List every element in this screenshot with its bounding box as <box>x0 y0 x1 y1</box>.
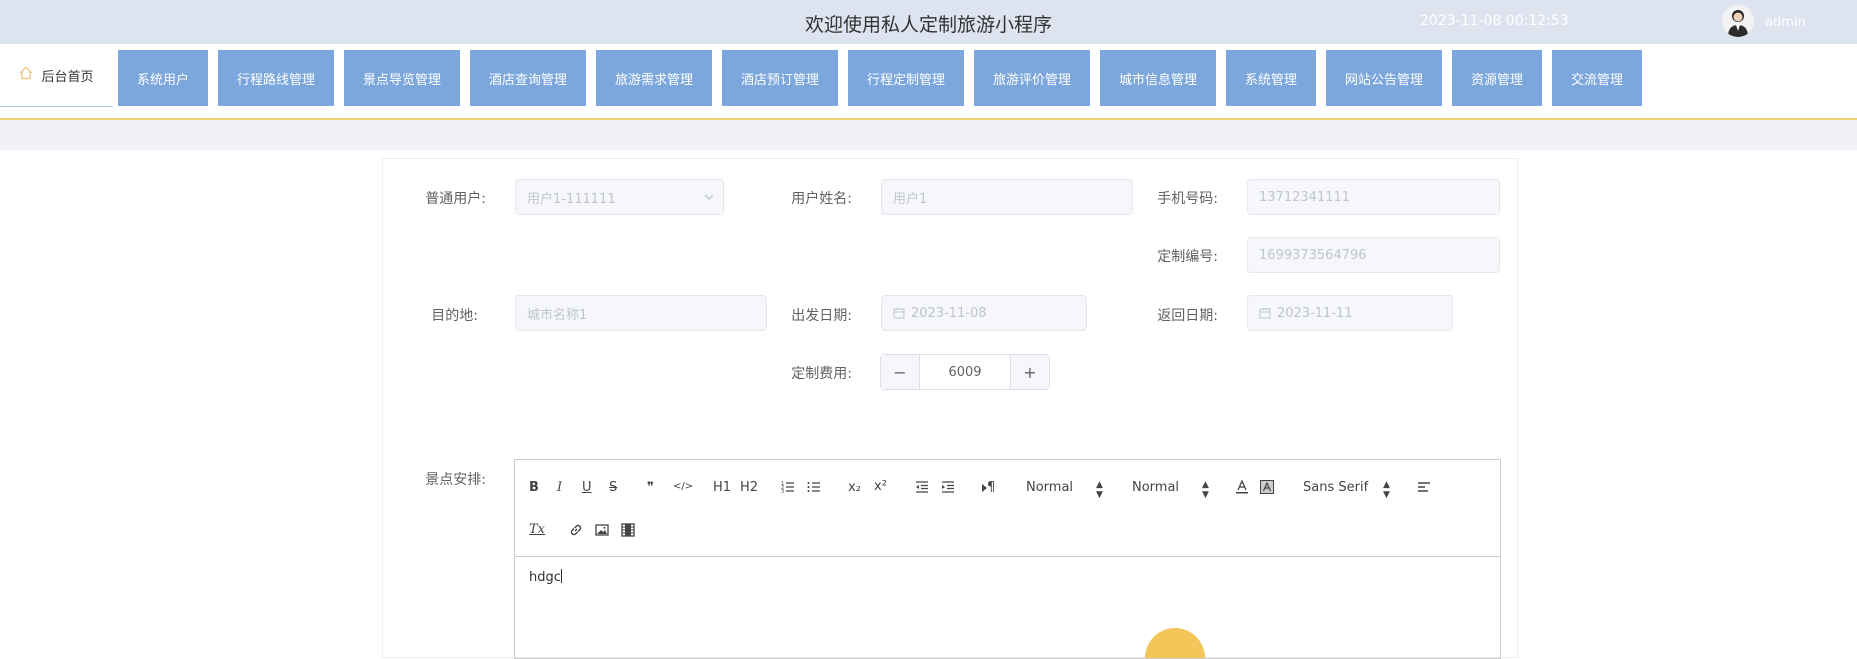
cost-decrement-button[interactable]: − <box>881 355 920 389</box>
code-label: 定制编号: <box>1157 249 1218 265</box>
nav-route-management[interactable]: 行程路线管理 <box>218 50 334 106</box>
nav-announcement-management[interactable]: 网站公告管理 <box>1326 50 1442 106</box>
video-icon[interactable] <box>621 523 635 537</box>
text-caret <box>560 569 562 583</box>
nav-system-users[interactable]: 系统用户 <box>118 50 208 106</box>
user-label: 普通用户: <box>425 191 486 207</box>
image-icon[interactable] <box>595 523 609 537</box>
depart-date-value: 2023-11-08 <box>911 305 987 321</box>
underline-button[interactable]: U <box>582 480 592 495</box>
blockquote-button[interactable]: ❞ <box>647 480 654 495</box>
header-1-button[interactable]: H1 <box>713 480 731 495</box>
site-title: 欢迎使用私人定制旅游小程序 <box>804 14 1052 36</box>
header-picker-value: Normal <box>1026 480 1074 495</box>
nav-home-label: 后台首页 <box>41 69 94 85</box>
svg-text:3: 3 <box>781 489 784 494</box>
code-field[interactable]: 1699373564796 <box>1247 237 1500 273</box>
home-icon <box>19 66 33 84</box>
destination-label: 目的地: <box>431 308 478 324</box>
name-field[interactable]: 用户1 <box>881 179 1133 215</box>
size-picker-value: Normal <box>1132 480 1180 495</box>
nav-city-info-management[interactable]: 城市信息管理 <box>1100 50 1216 106</box>
font-picker-value: Sans Serif <box>1303 480 1369 495</box>
code-field-value: 1699373564796 <box>1259 247 1367 263</box>
return-date-picker[interactable]: 2023-11-11 <box>1247 295 1453 331</box>
chevron-down-icon <box>703 191 715 207</box>
editor-content-text: hdgc <box>529 570 561 585</box>
header-2-button[interactable]: H2 <box>740 480 758 495</box>
clean-format-button[interactable]: Tx <box>529 522 545 537</box>
editor-content[interactable]: hdgc <box>529 569 562 585</box>
cost-stepper[interactable]: − 6009 + <box>880 354 1050 390</box>
superscript-button[interactable]: x² <box>874 479 887 494</box>
editor-toolbar: B I U S ❞ </> H1 H2 123 x₂ x² ¶ Normal ▲… <box>515 460 1500 557</box>
italic-button[interactable]: I <box>557 480 562 495</box>
depart-date-picker[interactable]: 2023-11-08 <box>881 295 1087 331</box>
phone-field[interactable]: 13712341111 <box>1247 179 1500 215</box>
nav-scenic-guide-management[interactable]: 景点导览管理 <box>344 50 460 106</box>
depart-date-label: 出发日期: <box>791 308 852 324</box>
cost-label: 定制费用: <box>791 366 852 382</box>
nav-trip-custom-management[interactable]: 行程定制管理 <box>848 50 964 106</box>
return-date-label: 返回日期: <box>1157 308 1218 324</box>
nav-communication-management[interactable]: 交流管理 <box>1552 50 1642 106</box>
header-picker[interactable]: Normal ▲ ▼ <box>1026 480 1106 500</box>
schedule-label: 景点安排: <box>425 472 486 488</box>
background-color-icon[interactable] <box>1260 480 1274 494</box>
picker-arrows-icon: ▲ ▼ <box>1202 480 1209 500</box>
outdent-icon[interactable] <box>915 480 929 494</box>
nav-hotel-query-management[interactable]: 酒店查询管理 <box>470 50 586 106</box>
text-color-icon[interactable] <box>1235 480 1249 494</box>
user-select-value: 用户1-111111 <box>527 191 616 207</box>
name-label: 用户姓名: <box>791 191 852 207</box>
username[interactable]: admin <box>1765 15 1806 30</box>
phone-field-value: 13712341111 <box>1259 189 1350 205</box>
user-avatar[interactable] <box>1722 5 1754 37</box>
picker-arrows-icon: ▲ ▼ <box>1096 480 1103 500</box>
nav-hotel-booking-management[interactable]: 酒店预订管理 <box>722 50 838 106</box>
top-header: 欢迎使用私人定制旅游小程序 2023-11-08 00:12:53 admin <box>0 0 1857 44</box>
bold-button[interactable]: B <box>529 480 539 495</box>
subscript-button[interactable]: x₂ <box>848 480 861 495</box>
nav-home[interactable]: 后台首页 <box>0 44 113 107</box>
bullet-list-icon[interactable] <box>807 480 821 494</box>
cost-value[interactable]: 6009 <box>920 355 1010 389</box>
indent-icon[interactable] <box>941 480 955 494</box>
name-field-value: 用户1 <box>893 191 928 207</box>
strike-button[interactable]: S <box>609 480 617 495</box>
align-icon[interactable] <box>1417 480 1431 494</box>
nav-travel-demand-management[interactable]: 旅游需求管理 <box>596 50 712 106</box>
size-picker[interactable]: Normal ▲ ▼ <box>1132 480 1212 500</box>
user-select[interactable]: 用户1-111111 <box>515 179 724 215</box>
calendar-icon <box>893 307 905 319</box>
ordered-list-icon[interactable]: 123 <box>781 480 795 494</box>
schedule-rich-editor: B I U S ❞ </> H1 H2 123 x₂ x² ¶ Normal ▲… <box>514 459 1501 659</box>
main-nav: 后台首页 系统用户 行程路线管理 景点导览管理 酒店查询管理 旅游需求管理 酒店… <box>0 44 1857 120</box>
nav-resource-management[interactable]: 资源管理 <box>1452 50 1542 106</box>
text-direction-button[interactable]: ¶ <box>982 480 995 495</box>
calendar-icon <box>1259 307 1271 319</box>
link-icon[interactable] <box>569 523 583 537</box>
code-block-button[interactable]: </> <box>673 481 693 492</box>
picker-arrows-icon: ▲ ▼ <box>1383 480 1390 500</box>
phone-label: 手机号码: <box>1157 191 1218 207</box>
cost-increment-button[interactable]: + <box>1010 355 1049 389</box>
nav-system-management[interactable]: 系统管理 <box>1226 50 1316 106</box>
current-datetime: 2023-11-08 00:12:53 <box>1420 13 1569 29</box>
nav-travel-review-management[interactable]: 旅游评价管理 <box>974 50 1090 106</box>
return-date-value: 2023-11-11 <box>1277 305 1353 321</box>
destination-field-value: 城市名称1 <box>527 307 588 323</box>
content-divider <box>0 120 1857 150</box>
paragraph-icon: ¶ <box>987 480 996 495</box>
font-picker[interactable]: Sans Serif ▲ ▼ <box>1303 480 1393 500</box>
destination-field[interactable]: 城市名称1 <box>515 295 767 331</box>
